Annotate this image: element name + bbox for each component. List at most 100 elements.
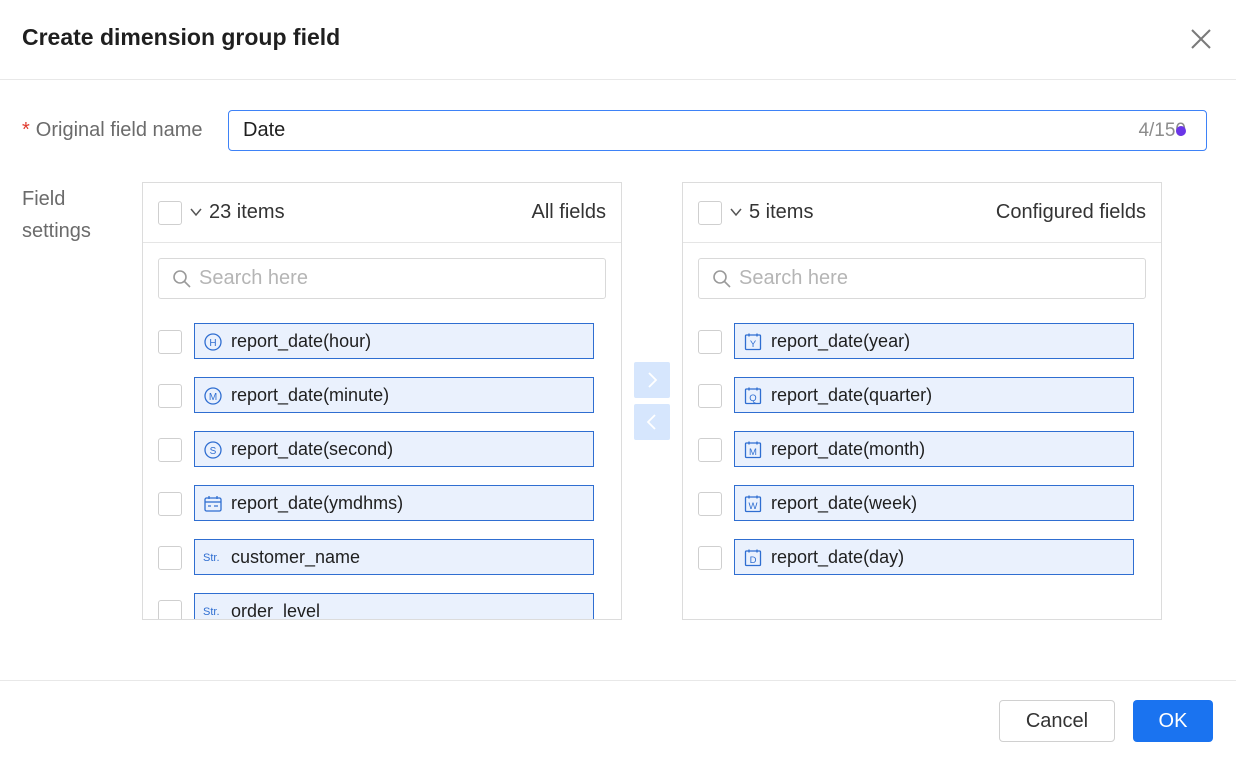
- field-settings-label-line2: settings: [22, 220, 91, 242]
- right-search-input[interactable]: [739, 259, 1129, 298]
- list-item: W report_date(week): [683, 485, 1161, 521]
- list-item: S report_date(second): [143, 431, 621, 467]
- cursor-dot-icon: [1176, 126, 1186, 136]
- list-item: D report_date(day): [683, 539, 1161, 575]
- dialog-title: Create dimension group field: [22, 24, 341, 50]
- move-left-button[interactable]: [634, 404, 670, 440]
- item-checkbox[interactable]: [158, 600, 182, 619]
- hour-icon: H: [204, 333, 222, 351]
- select-all-checkbox-right[interactable]: [698, 201, 722, 225]
- field-chip-report-date-month[interactable]: M report_date(month): [734, 431, 1134, 467]
- left-item-count: 23 items: [209, 201, 285, 223]
- field-chip-report-date-second[interactable]: S report_date(second): [194, 431, 594, 467]
- field-chip-report-date-day[interactable]: D report_date(day): [734, 539, 1134, 575]
- field-name: order_level: [231, 601, 321, 620]
- minute-icon: M: [204, 387, 222, 405]
- field-chip-report-date-ymdhms[interactable]: report_date(ymdhms): [194, 485, 594, 521]
- field-name: report_date(quarter): [771, 385, 933, 405]
- quarter-icon-glyph: Q: [749, 393, 756, 404]
- string-type-glyph: Str.: [203, 606, 220, 618]
- field-name: report_date(day): [771, 547, 905, 567]
- cancel-button[interactable]: Cancel: [999, 700, 1115, 742]
- all-fields-panel: 23 items All fields H report_date(hour): [142, 182, 622, 620]
- original-field-name-input[interactable]: [243, 111, 1103, 150]
- minute-icon-glyph: M: [209, 392, 217, 403]
- list-item: M report_date(minute): [143, 377, 621, 413]
- list-item: H report_date(hour): [143, 323, 621, 359]
- item-checkbox[interactable]: [698, 546, 722, 570]
- chevron-right-icon: [648, 372, 658, 388]
- left-search-input[interactable]: [199, 259, 589, 298]
- item-checkbox[interactable]: [698, 438, 722, 462]
- search-icon: [173, 270, 191, 288]
- required-mark: *: [22, 119, 30, 141]
- create-dimension-group-dialog: Create dimension group field * Original f…: [0, 0, 1236, 760]
- configured-fields-panel: 5 items Configured fields Y report_date(…: [682, 182, 1162, 620]
- list-item: M report_date(month): [683, 431, 1161, 467]
- search-icon: [713, 270, 731, 288]
- chevron-left-icon: [646, 414, 656, 430]
- list-item: Str. order_level: [143, 593, 621, 620]
- day-icon-glyph: D: [750, 555, 757, 566]
- dialog-footer: Cancel OK: [0, 680, 1236, 760]
- all-fields-panel-header: 23 items All fields: [143, 183, 621, 243]
- field-name: report_date(hour): [231, 331, 372, 351]
- field-chip-customer-name[interactable]: Str. customer_name: [194, 539, 594, 575]
- left-panel-title: All fields: [531, 201, 606, 223]
- ok-button[interactable]: OK: [1133, 700, 1213, 742]
- field-settings-label: Field settings: [22, 183, 91, 247]
- field-chip-report-date-minute[interactable]: M report_date(minute): [194, 377, 594, 413]
- calendar-icon: [204, 496, 222, 512]
- list-item: report_date(ymdhms): [143, 485, 621, 521]
- field-chip-report-date-hour[interactable]: H report_date(hour): [194, 323, 594, 359]
- field-chip-report-date-year[interactable]: Y report_date(year): [734, 323, 1134, 359]
- field-name: report_date(ymdhms): [231, 493, 404, 513]
- field-name: customer_name: [231, 547, 361, 567]
- second-icon: S: [204, 441, 222, 459]
- dialog-header: Create dimension group field: [0, 0, 1236, 80]
- original-field-name-field: 4/150: [228, 110, 1207, 151]
- chevron-down-icon[interactable]: [189, 205, 203, 219]
- item-checkbox[interactable]: [158, 330, 182, 354]
- item-checkbox[interactable]: [698, 492, 722, 516]
- week-icon-glyph: W: [749, 501, 758, 512]
- item-checkbox[interactable]: [158, 546, 182, 570]
- field-settings-label-line1: Field: [22, 188, 66, 210]
- year-icon: Y: [744, 333, 762, 351]
- field-name: report_date(second): [231, 439, 394, 459]
- list-item: Q report_date(quarter): [683, 377, 1161, 413]
- item-checkbox[interactable]: [158, 438, 182, 462]
- field-chip-order-level[interactable]: Str. order_level: [194, 593, 594, 620]
- string-type-icon: Str.: [203, 606, 220, 618]
- select-all-checkbox-left[interactable]: [158, 201, 182, 225]
- original-field-name-label-text: Original field name: [35, 119, 203, 141]
- hour-icon-glyph: H: [209, 338, 216, 349]
- year-icon-glyph: Y: [750, 339, 757, 350]
- configured-fields-panel-header: 5 items Configured fields: [683, 183, 1161, 243]
- field-chip-report-date-quarter[interactable]: Q report_date(quarter): [734, 377, 1134, 413]
- quarter-icon: Q: [744, 387, 762, 405]
- string-type-glyph: Str.: [203, 552, 220, 564]
- field-name: report_date(year): [771, 331, 911, 351]
- item-checkbox[interactable]: [698, 330, 722, 354]
- item-checkbox[interactable]: [158, 492, 182, 516]
- field-name: report_date(week): [771, 493, 918, 513]
- original-field-name-label: * Original field name: [22, 119, 203, 142]
- second-icon-glyph: S: [210, 446, 217, 457]
- left-search-box: [158, 258, 606, 299]
- item-checkbox[interactable]: [158, 384, 182, 408]
- list-item: Y report_date(year): [683, 323, 1161, 359]
- field-name: report_date(minute): [231, 385, 390, 405]
- day-icon: D: [744, 549, 762, 567]
- week-icon: W: [744, 495, 762, 513]
- chevron-down-icon[interactable]: [729, 205, 743, 219]
- field-name: report_date(month): [771, 439, 926, 459]
- month-icon-glyph: M: [749, 447, 757, 458]
- right-item-count: 5 items: [749, 201, 814, 223]
- item-checkbox[interactable]: [698, 384, 722, 408]
- close-icon[interactable]: [1186, 24, 1216, 54]
- right-search-box: [698, 258, 1146, 299]
- field-chip-report-date-week[interactable]: W report_date(week): [734, 485, 1134, 521]
- string-type-icon: Str.: [203, 552, 220, 564]
- move-right-button[interactable]: [634, 362, 670, 398]
